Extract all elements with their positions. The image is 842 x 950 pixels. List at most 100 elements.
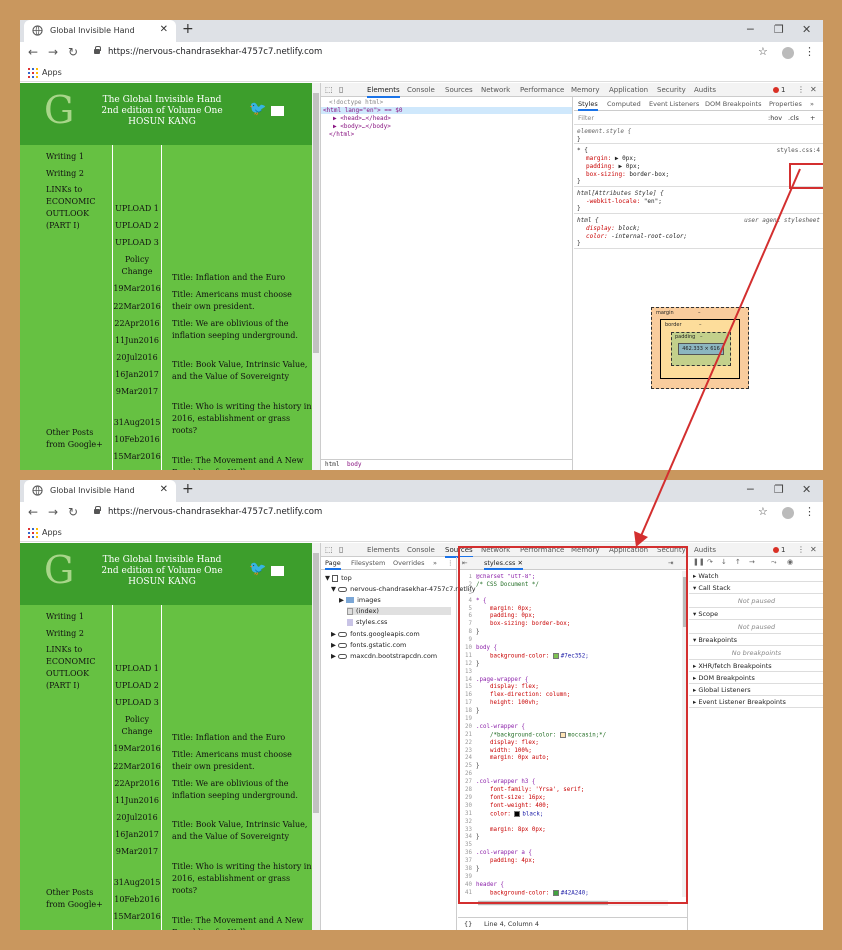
tab-audits[interactable]: Audits [694,546,716,554]
pause-on-exceptions-icon[interactable]: ◉ [787,558,793,566]
date-link[interactable]: 9Mar2017 [113,386,161,398]
bookmark-star-icon[interactable]: ☆ [758,505,768,518]
back-icon[interactable]: ← [28,45,38,59]
error-icon[interactable] [773,87,779,93]
tab-elements[interactable]: Elements [367,546,400,554]
upload-link[interactable]: UPLOAD 3 [113,697,161,709]
new-tab-icon[interactable]: + [182,21,194,37]
deactivate-breakpoints-icon[interactable]: ⤳ [771,558,777,567]
error-icon[interactable] [773,547,779,553]
post-title-link[interactable]: Title: Inflation and the Euro [172,732,312,744]
tab-sources[interactable]: Sources [445,86,473,94]
page-scrollbar[interactable] [312,83,320,470]
ua-selector[interactable]: html { [577,217,599,224]
section-call-stack[interactable]: ▾ Call Stack [689,582,823,594]
tree-origin[interactable]: ▶ fonts.googleapis.com [331,630,420,638]
post-title-link[interactable]: Title: Who is writing the history in 201… [172,861,312,897]
date-link[interactable]: 11Jun2016 [113,795,161,807]
doctype-node[interactable]: <!doctype html> [329,99,383,106]
menu-icon[interactable]: ⋮ [804,45,815,58]
tree-top[interactable]: ▼ top [325,574,352,582]
section-xhr-breakpoints[interactable]: ▸ XHR/fetch Breakpoints [689,660,823,672]
minimize-icon[interactable]: ─ [747,23,754,36]
post-title-link[interactable]: Title: Who is writing the history in 201… [172,401,312,437]
date-link[interactable]: 19Mar2016 [113,283,161,295]
account-avatar[interactable] [782,507,794,519]
step-icon[interactable]: → [749,558,755,566]
error-count[interactable]: 1 [781,86,785,94]
css-property[interactable]: padding: ▶ 0px; [586,163,640,170]
tab-computed[interactable]: Computed [607,100,641,108]
window-close-icon[interactable]: ✕ [802,483,811,496]
account-avatar[interactable] [782,47,794,59]
site-logo[interactable]: G [44,88,74,132]
step-into-icon[interactable]: ↓ [721,558,727,566]
box-model-diagram[interactable]: margin – border – padding – 462.333 × 61… [651,307,749,389]
date-link[interactable]: 31Aug2015 [113,877,161,889]
tab-console[interactable]: Console [407,546,435,554]
post-title-link[interactable]: Title: Americans must choose their own p… [172,289,312,313]
tab-dom-breakpoints[interactable]: DOM Breakpoints [705,100,762,108]
tab-close-icon[interactable]: ✕ [160,24,168,35]
back-icon[interactable]: ← [28,505,38,519]
date-link[interactable]: 16Jan2017 [113,369,161,381]
tab-event-listeners[interactable]: Event Listeners [649,100,699,108]
upload-link[interactable]: UPLOAD 3 [113,237,161,249]
tree-origin[interactable]: ▶ fonts.gstatic.com [331,641,406,649]
address-bar[interactable]: https://nervous-chandrasekhar-4757c7.net… [108,47,322,57]
styles-filter[interactable]: Filter :hov .cls + [574,111,823,125]
upload-link[interactable]: UPLOAD 1 [113,203,161,215]
post-title-link[interactable]: Title: We are oblivious of the inflation… [172,318,312,342]
tab-page[interactable]: Page [325,559,341,570]
head-node[interactable]: ▶ <head>…</head> [333,115,391,122]
tree-origin[interactable]: ▶ maxcdn.bootstrapcdn.com [331,652,437,660]
post-title-link[interactable]: Title: Book Value, Intrinsic Value, and … [172,359,312,383]
html-node[interactable]: <html lang="en"> == $0 [321,107,572,114]
section-breakpoints[interactable]: ▾ Breakpoints [689,634,823,646]
add-rule-icon[interactable]: + [810,114,815,122]
date-link[interactable]: 15Mar2016 [113,911,161,923]
section-watch[interactable]: ▸ Watch [689,570,823,582]
post-title-link[interactable]: Title: The Movement and A New Republic o… [172,455,312,470]
attr-selector[interactable]: html[Attributes Style] { [577,190,664,197]
menu-icon[interactable]: ⋮ [804,505,815,518]
tab-security[interactable]: Security [657,86,686,94]
more-tabs-icon[interactable]: » [810,100,814,108]
devtools-menu-icon[interactable]: ⋮ [797,545,805,554]
bookmark-star-icon[interactable]: ☆ [758,45,768,58]
date-link[interactable]: 22Mar2016 [113,301,161,313]
css-property[interactable]: box-sizing: border-box; [586,171,669,178]
browser-tab[interactable]: Global Invisible Hand ✕ [24,480,176,502]
apps-bookmark[interactable]: Apps [42,68,62,77]
tab-console[interactable]: Console [407,86,435,94]
css-property[interactable]: -webkit-locale: "en"; [586,198,662,205]
tree-folder-images[interactable]: ▶ images [339,596,381,604]
twitter-icon[interactable]: 🐦 [249,101,266,117]
css-property[interactable]: margin: ▶ 0px; [586,155,637,162]
date-link[interactable]: 22Apr2016 [113,778,161,790]
twitter-icon[interactable]: 🐦 [249,561,266,577]
step-over-icon[interactable]: ↷ [707,558,713,566]
css-property[interactable]: color: -internal-root-color; [586,233,687,240]
tree-file-styles[interactable]: styles.css [347,618,387,626]
restore-icon[interactable]: ❐ [774,483,784,496]
section-scope[interactable]: ▾ Scope [689,608,823,620]
site-logo[interactable]: G [44,548,74,592]
tab-application[interactable]: Application [609,86,648,94]
tab-memory[interactable]: Memory [571,86,599,94]
inspect-icon[interactable]: ⬚ [325,545,333,554]
mail-icon[interactable] [271,106,284,116]
lock-icon[interactable] [94,506,101,514]
tab-audits[interactable]: Audits [694,86,716,94]
tab-network[interactable]: Network [481,86,510,94]
browser-tab[interactable]: Global Invisible Hand ✕ [24,20,176,42]
tab-filesystem[interactable]: Filesystem [351,559,385,567]
post-title-link[interactable]: Title: We are oblivious of the inflation… [172,778,312,802]
date-link[interactable]: 19Mar2016 [113,743,161,755]
date-link[interactable]: 10Feb2016 [113,894,161,906]
pause-icon[interactable]: ❚❚ [693,558,705,566]
reload-icon[interactable]: ↻ [68,505,78,519]
scrollbar-thumb[interactable] [313,553,319,813]
post-title-link[interactable]: Title: Americans must choose their own p… [172,749,312,773]
minimize-icon[interactable]: ─ [747,483,754,496]
